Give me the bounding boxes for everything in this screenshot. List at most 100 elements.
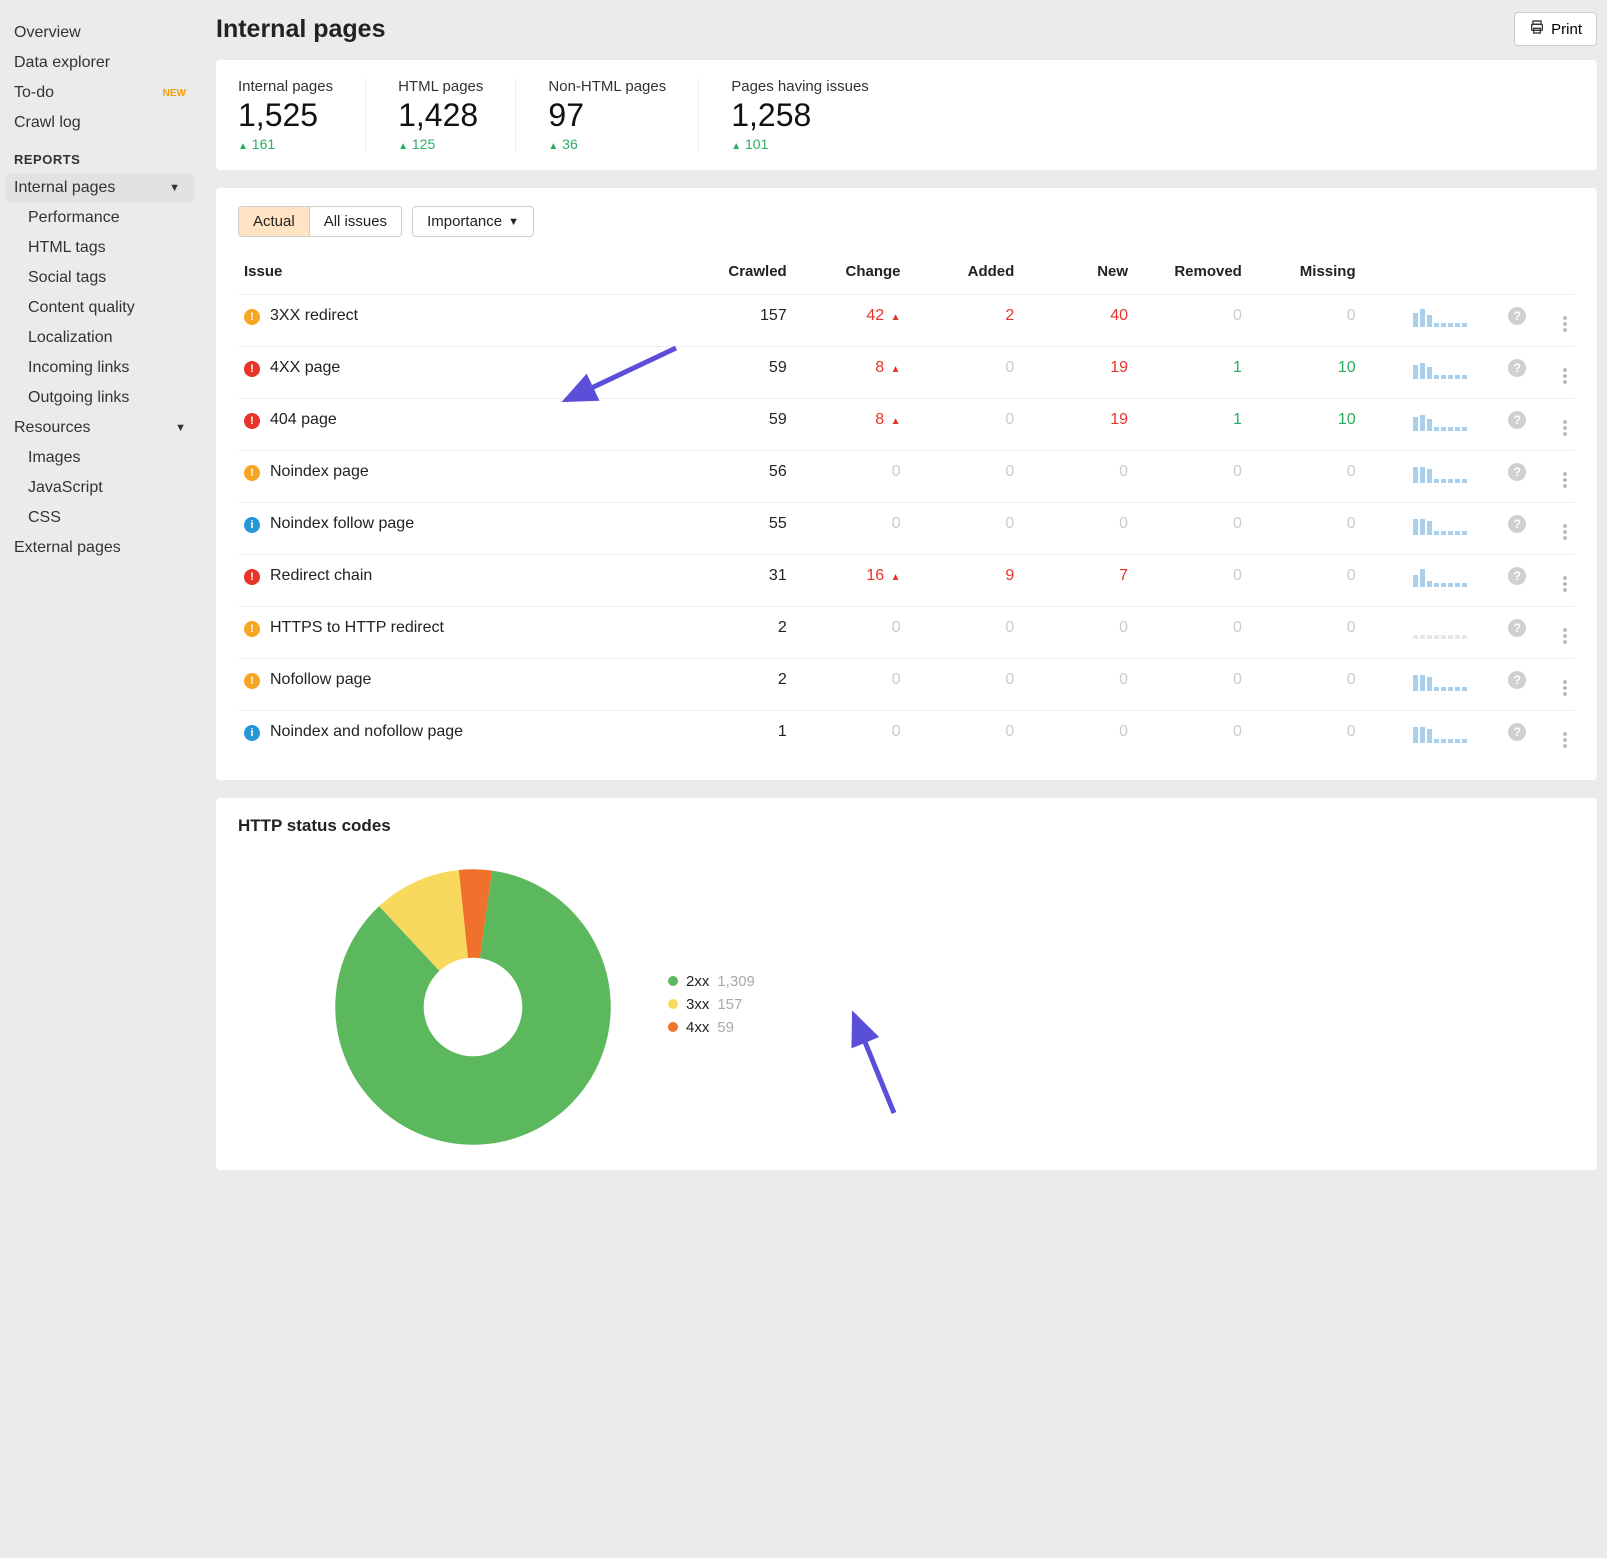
col-missing: Missing <box>1248 255 1362 295</box>
sidebar-subitem[interactable]: Incoming links <box>0 353 200 383</box>
more-menu-icon[interactable] <box>1561 626 1569 646</box>
change-value: 0 <box>793 607 907 659</box>
missing-value: 0 <box>1248 555 1362 607</box>
chart-card: HTTP status codes 2xx 1,3093xx 1574xx 59 <box>216 798 1597 1170</box>
added-value: 2 <box>907 295 1021 347</box>
help-icon[interactable]: ? <box>1508 463 1526 481</box>
sidebar-item[interactable]: Resources▼ <box>0 413 200 443</box>
help-icon[interactable]: ? <box>1508 723 1526 741</box>
sidebar-item[interactable]: To-doNEW <box>0 78 200 108</box>
help-icon[interactable]: ? <box>1508 359 1526 377</box>
more-menu-icon[interactable] <box>1561 574 1569 594</box>
issues-card: Actual All issues Importance ▼ Issue Cra… <box>216 188 1597 780</box>
help-icon[interactable]: ? <box>1508 307 1526 325</box>
sidebar-item[interactable]: Crawl log <box>0 108 200 138</box>
help-icon[interactable]: ? <box>1508 567 1526 585</box>
crawled-value: 55 <box>679 503 793 555</box>
more-menu-icon[interactable] <box>1561 418 1569 438</box>
actual-tab[interactable]: Actual <box>239 207 310 236</box>
removed-value: 0 <box>1134 503 1248 555</box>
sidebar-subitem[interactable]: JavaScript <box>0 473 200 503</box>
missing-value: 0 <box>1248 503 1362 555</box>
sidebar-subitem[interactable]: Social tags <box>0 263 200 293</box>
more-menu-icon[interactable] <box>1561 678 1569 698</box>
issue-name: Noindex follow page <box>270 515 414 533</box>
print-icon <box>1529 19 1545 39</box>
more-menu-icon[interactable] <box>1561 730 1569 750</box>
legend-item[interactable]: 4xx 59 <box>668 1019 755 1036</box>
main-content: Internal pages Print Internal pages 1,52… <box>200 0 1607 1558</box>
added-value: 0 <box>907 659 1021 711</box>
col-issue: Issue <box>238 255 679 295</box>
crawled-value: 31 <box>679 555 793 607</box>
table-row[interactable]: !404 page 59 8 ▲ 0 19 1 10 ? <box>238 399 1575 451</box>
sidebar-subitem[interactable]: Outgoing links <box>0 383 200 413</box>
sidebar-item[interactable]: Internal pages▼ <box>6 173 194 203</box>
removed-value: 1 <box>1134 347 1248 399</box>
added-value: 0 <box>907 503 1021 555</box>
table-row[interactable]: iNoindex follow page 55 0 0 0 0 0 ? <box>238 503 1575 555</box>
sidebar-subitem[interactable]: HTML tags <box>0 233 200 263</box>
added-value: 0 <box>907 711 1021 763</box>
missing-value: 0 <box>1248 607 1362 659</box>
stat-block: Non-HTML pages 97 ▲ 36 <box>548 78 699 152</box>
issue-name: 404 page <box>270 411 337 429</box>
reports-heading: REPORTS <box>0 138 200 173</box>
legend-item[interactable]: 2xx 1,309 <box>668 973 755 990</box>
crawled-value: 2 <box>679 607 793 659</box>
missing-value: 0 <box>1248 711 1362 763</box>
removed-value: 0 <box>1134 451 1248 503</box>
sparkline <box>1413 411 1469 431</box>
table-row[interactable]: !3XX redirect 157 42 ▲ 2 40 0 0 ? <box>238 295 1575 347</box>
sidebar-item[interactable]: External pages <box>0 533 200 563</box>
stats-card: Internal pages 1,525 ▲ 161 HTML pages 1,… <box>216 60 1597 170</box>
sidebar-subitem[interactable]: CSS <box>0 503 200 533</box>
issue-name: Redirect chain <box>270 567 372 585</box>
sidebar-subitem[interactable]: Images <box>0 443 200 473</box>
sidebar-item[interactable]: Data explorer <box>0 48 200 78</box>
view-toggle: Actual All issues <box>238 206 402 237</box>
table-row[interactable]: !HTTPS to HTTP redirect 2 0 0 0 0 0 ? <box>238 607 1575 659</box>
table-row[interactable]: !Nofollow page 2 0 0 0 0 0 ? <box>238 659 1575 711</box>
help-icon[interactable]: ? <box>1508 411 1526 429</box>
crawled-value: 59 <box>679 347 793 399</box>
crawled-value: 157 <box>679 295 793 347</box>
table-row[interactable]: !Redirect chain 31 16 ▲ 9 7 0 0 ? <box>238 555 1575 607</box>
legend-item[interactable]: 3xx 157 <box>668 996 755 1013</box>
col-new: New <box>1020 255 1134 295</box>
table-row[interactable]: !Noindex page 56 0 0 0 0 0 ? <box>238 451 1575 503</box>
print-button[interactable]: Print <box>1514 12 1597 46</box>
all-issues-tab[interactable]: All issues <box>310 207 401 236</box>
issue-name: HTTPS to HTTP redirect <box>270 619 444 637</box>
help-icon[interactable]: ? <box>1508 619 1526 637</box>
change-value: 0 <box>793 711 907 763</box>
change-value: 16 ▲ <box>793 555 907 607</box>
stat-delta: ▲ 125 <box>398 136 483 152</box>
removed-value: 0 <box>1134 711 1248 763</box>
stat-block: Pages having issues 1,258 ▲ 101 <box>731 78 901 152</box>
sidebar-subitem[interactable]: Localization <box>0 323 200 353</box>
change-value: 42 ▲ <box>793 295 907 347</box>
table-row[interactable]: iNoindex and nofollow page 1 0 0 0 0 0 ? <box>238 711 1575 763</box>
table-row[interactable]: !4XX page 59 8 ▲ 0 19 1 10 ? <box>238 347 1575 399</box>
sidebar-subitem[interactable]: Performance <box>0 203 200 233</box>
col-change: Change <box>793 255 907 295</box>
new-value: 19 <box>1020 347 1134 399</box>
warn-icon: ! <box>244 309 260 325</box>
help-icon[interactable]: ? <box>1508 671 1526 689</box>
chevron-down-icon: ▼ <box>175 422 186 434</box>
importance-dropdown[interactable]: Importance ▼ <box>412 206 534 237</box>
stat-label: Internal pages <box>238 78 333 95</box>
more-menu-icon[interactable] <box>1561 470 1569 490</box>
more-menu-icon[interactable] <box>1561 522 1569 542</box>
crawled-value: 2 <box>679 659 793 711</box>
sidebar-subitem[interactable]: Content quality <box>0 293 200 323</box>
more-menu-icon[interactable] <box>1561 366 1569 386</box>
error-icon: ! <box>244 361 260 377</box>
sidebar-item[interactable]: Overview <box>0 18 200 48</box>
help-icon[interactable]: ? <box>1508 515 1526 533</box>
removed-value: 0 <box>1134 659 1248 711</box>
missing-value: 10 <box>1248 399 1362 451</box>
more-menu-icon[interactable] <box>1561 314 1569 334</box>
chevron-down-icon: ▼ <box>508 216 519 228</box>
